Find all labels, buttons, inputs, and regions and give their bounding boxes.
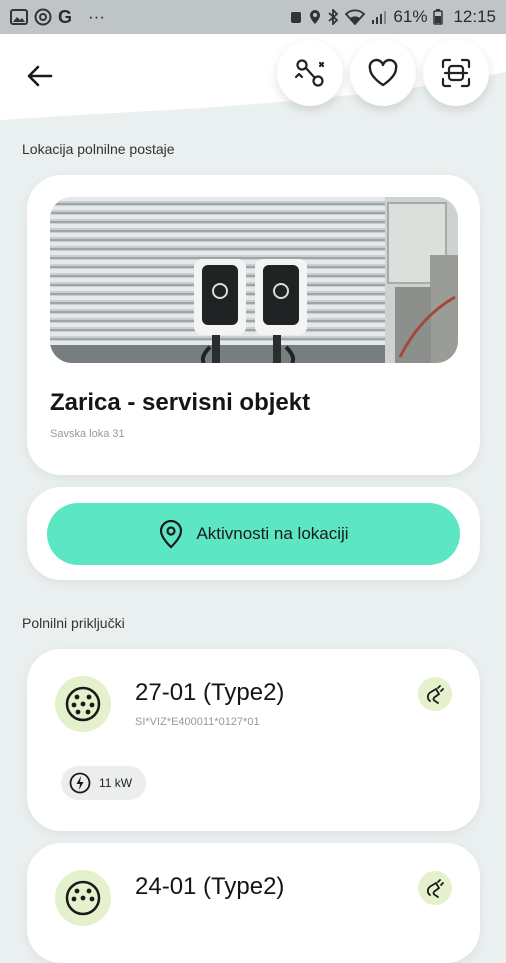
connector-card[interactable]: 27-01 (Type2) SI*VIZ*E400011*0127*01 11 …	[27, 649, 480, 831]
location-card: Zarica - servisni objekt Savska loka 31	[27, 175, 480, 475]
connector-card[interactable]: 24-01 (Type2)	[27, 843, 480, 963]
status-bar: G ··· 61% 12:15	[0, 0, 506, 34]
connectors-section-label: Polnilni priključki	[22, 615, 125, 631]
bluetooth-icon	[327, 9, 339, 25]
alarm-icon	[289, 9, 303, 25]
scan-icon	[441, 58, 471, 88]
connector-title: 27-01 (Type2)	[135, 679, 285, 706]
signal-icon	[371, 9, 387, 25]
at-sign-icon	[34, 8, 52, 26]
battery-percent: 61%	[393, 7, 428, 26]
location-activity-button[interactable]: Aktivnosti na lokaciji	[47, 503, 460, 565]
power-badge: 11 kW	[61, 766, 147, 800]
activity-card: Aktivnosti na lokaciji	[27, 487, 480, 580]
google-icon: G	[58, 6, 73, 27]
heart-icon	[368, 58, 398, 87]
location-name: Zarica - servisni objekt	[50, 389, 311, 416]
route-icon	[294, 59, 325, 87]
clock: 12:15	[453, 7, 496, 26]
arrow-left-icon	[27, 65, 53, 87]
connector-id: SI*VIZ*E400011*0127*01	[135, 716, 260, 728]
plug-cable-icon	[418, 677, 452, 711]
location-activity-label: Aktivnosti na lokaciji	[196, 524, 349, 543]
type2-connector-icon	[55, 676, 111, 732]
favorite-button[interactable]	[350, 40, 416, 106]
location-pin-icon	[160, 519, 183, 549]
power-value: 11 kW	[99, 776, 133, 790]
location-photo	[50, 197, 458, 363]
location-address: Savska loka 31	[50, 428, 125, 440]
wifi-icon	[345, 9, 366, 25]
gallery-icon	[10, 9, 28, 25]
location-pin-icon	[309, 9, 321, 25]
power-icon	[69, 772, 91, 794]
route-button[interactable]	[277, 40, 343, 106]
back-button[interactable]	[20, 56, 60, 96]
connector-title: 24-01 (Type2)	[135, 873, 285, 900]
more-notifications: ···	[88, 7, 105, 26]
battery-icon	[433, 9, 444, 25]
location-section-label: Lokacija polnilne postaje	[22, 141, 175, 157]
scan-button[interactable]	[423, 40, 489, 106]
type2-connector-icon	[55, 870, 111, 926]
